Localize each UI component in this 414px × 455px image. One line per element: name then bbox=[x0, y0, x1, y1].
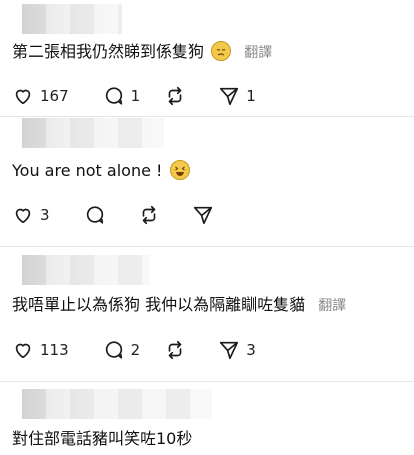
reply-count: 2 bbox=[130, 341, 141, 359]
translate-link[interactable]: 翻譯 bbox=[244, 45, 272, 61]
blurred-username bbox=[22, 255, 150, 285]
comment-body: You are not alone ! bbox=[12, 161, 163, 180]
share-button[interactable] bbox=[192, 204, 214, 226]
disappointed-face-icon bbox=[211, 41, 232, 61]
repost-icon bbox=[142, 205, 155, 225]
comment-bubble-icon bbox=[86, 206, 103, 224]
comment-body: 第二張相我仍然睇到係隻狗 bbox=[12, 42, 205, 61]
send-icon bbox=[220, 87, 239, 106]
repost-button[interactable] bbox=[138, 204, 160, 226]
send-icon bbox=[193, 206, 212, 225]
like-button[interactable]: 167 bbox=[12, 85, 69, 107]
translate-link[interactable]: 翻譯 bbox=[318, 298, 346, 314]
blurred-username bbox=[22, 389, 212, 419]
share-count: 1 bbox=[246, 87, 256, 105]
comment-bubble-icon bbox=[105, 341, 122, 359]
comment-text: 對住部電話豬叫笑咗10秒 bbox=[12, 428, 192, 450]
comment-text: You are not alone ! bbox=[12, 160, 190, 182]
like-button[interactable]: 113 bbox=[12, 339, 69, 361]
share-button[interactable]: 3 bbox=[218, 339, 256, 361]
comment-actions: 113 2 3 bbox=[12, 338, 276, 362]
comment-body: 我唔單止以為係狗 我仲以為隔離瞓咗隻貓 bbox=[12, 295, 306, 314]
heart-icon bbox=[15, 343, 31, 359]
like-count: 3 bbox=[40, 206, 50, 224]
reply-button[interactable] bbox=[84, 204, 106, 226]
like-button[interactable]: 3 bbox=[12, 204, 50, 226]
repost-button[interactable] bbox=[164, 85, 186, 107]
heart-icon bbox=[15, 89, 31, 105]
divider bbox=[0, 246, 414, 247]
repost-button[interactable] bbox=[164, 339, 186, 361]
reply-button[interactable]: 2 bbox=[103, 339, 141, 361]
comment-actions: 3 bbox=[12, 203, 234, 227]
comment-actions: 167 1 1 bbox=[12, 84, 276, 108]
repost-icon bbox=[168, 340, 182, 360]
like-count: 113 bbox=[40, 341, 69, 359]
repost-icon bbox=[168, 86, 182, 106]
reply-button[interactable]: 1 bbox=[103, 85, 141, 107]
heart-icon bbox=[15, 208, 31, 224]
send-icon bbox=[220, 341, 239, 360]
comment-bubble-icon bbox=[105, 87, 122, 105]
blurred-username bbox=[22, 118, 164, 148]
like-count: 167 bbox=[40, 87, 69, 105]
divider bbox=[0, 116, 414, 117]
comment-text: 我唔單止以為係狗 我仲以為隔離瞓咗隻貓 翻譯 bbox=[12, 294, 346, 317]
share-count: 3 bbox=[246, 341, 256, 359]
comment-text: 第二張相我仍然睇到係隻狗 翻譯 bbox=[12, 41, 272, 64]
blurred-username bbox=[22, 4, 122, 34]
comment-body: 對住部電話豬叫笑咗10秒 bbox=[12, 429, 193, 448]
reply-count: 1 bbox=[130, 87, 141, 105]
share-button[interactable]: 1 bbox=[218, 85, 256, 107]
laughing-face-icon bbox=[169, 160, 190, 180]
divider bbox=[0, 381, 414, 382]
